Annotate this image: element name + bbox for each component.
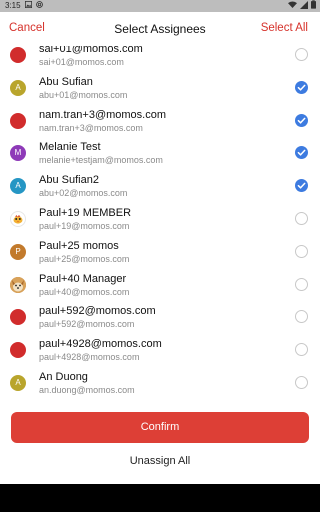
assignee-row[interactable]: Paul+40 Manager paul+40@momos.com — [0, 268, 320, 301]
assignee-name: An Duong — [39, 370, 88, 383]
checked-circle-icon[interactable] — [295, 80, 308, 94]
avatar — [10, 47, 26, 63]
assignee-name: paul+4928@momos.com — [39, 338, 162, 351]
assignee-email: nam.tran+3@momos.com — [39, 122, 143, 133]
avatar — [10, 342, 26, 359]
assignee-row[interactable]: P Paul+25 momos paul+25@momos.com — [0, 235, 320, 268]
checked-circle-icon[interactable] — [295, 113, 308, 127]
assignee-email: paul+592@momos.com — [39, 319, 135, 330]
avatar: A — [10, 374, 26, 391]
assignee-name: Paul+19 MEMBER — [39, 206, 132, 219]
checked-circle-icon[interactable] — [295, 179, 308, 193]
confirm-button[interactable]: Confirm — [11, 412, 309, 443]
dog-avatar-image — [10, 276, 26, 293]
unchecked-circle-icon[interactable] — [295, 48, 308, 61]
header: Cancel Select Assignees Select All — [0, 12, 320, 46]
bird-avatar-image — [10, 210, 26, 227]
assignee-email: paul+4928@momos.com — [39, 352, 140, 363]
avatar — [10, 112, 26, 129]
assignee-name: Paul+25 momos — [39, 239, 119, 252]
select-all-button[interactable]: Select All — [261, 22, 308, 34]
assignee-row[interactable]: A Abu Sufian2 abu+02@momos.com — [0, 169, 320, 202]
assignee-name: nam.tran+3@momos.com — [39, 108, 167, 121]
at-icon — [35, 0, 43, 12]
status-time: 3:15 — [5, 1, 21, 10]
image-icon — [24, 0, 32, 12]
assignee-email: an.duong@momos.com — [39, 384, 135, 395]
signal-icon — [300, 0, 308, 13]
assignee-row[interactable]: paul+4928@momos.com paul+4928@momos.com — [0, 333, 320, 366]
assignee-email: sai+01@momos.com — [39, 57, 124, 67]
unassign-all-button[interactable]: Unassign All — [0, 455, 320, 467]
assignee-row[interactable]: A Abu Sufian abu+01@momos.com — [0, 71, 320, 104]
assignee-name: Abu Sufian — [39, 75, 93, 88]
assignee-email: abu+02@momos.com — [39, 188, 128, 199]
assignee-row[interactable]: sai+01@momos.com sai+01@momos.com — [0, 46, 320, 71]
unchecked-circle-icon[interactable] — [295, 310, 308, 324]
assignee-email: melanie+testjam@momos.com — [39, 155, 163, 166]
unchecked-circle-icon[interactable] — [295, 375, 308, 389]
avatar: M — [10, 145, 26, 162]
assignee-row[interactable]: nam.tran+3@momos.com nam.tran+3@momos.com — [0, 104, 320, 137]
status-bar: 3:15 — [0, 0, 320, 12]
unchecked-circle-icon[interactable] — [295, 211, 308, 225]
assignee-list-viewport[interactable]: sai+01@momos.com sai+01@momos.com A Abu Suf… — [0, 46, 320, 418]
assignee-name: Abu Sufian2 — [39, 174, 99, 187]
assignee-name: sai+01@momos.com — [39, 46, 143, 55]
avatar — [10, 309, 26, 326]
assignee-name: paul+592@momos.com — [39, 305, 156, 318]
assignee-row[interactable]: paul+592@momos.com paul+592@momos.com — [0, 300, 320, 333]
avatar: A — [10, 178, 26, 195]
select-assignees-screen: Cancel Select Assignees Select All sai+0… — [0, 12, 320, 484]
assignee-list: sai+01@momos.com sai+01@momos.com A Abu Suf… — [0, 46, 320, 399]
unchecked-circle-icon[interactable] — [295, 277, 308, 291]
assignee-name: Melanie Test — [39, 141, 101, 154]
assignee-row[interactable]: M Melanie Test melanie+testjam@momos.com — [0, 136, 320, 169]
avatar: P — [10, 243, 26, 260]
navigation-bar — [0, 484, 320, 512]
wifi-icon — [288, 0, 297, 13]
assignee-name: Paul+40 Manager — [39, 272, 127, 285]
unchecked-circle-icon[interactable] — [295, 343, 308, 357]
assignee-email: abu+01@momos.com — [39, 89, 128, 100]
assignee-row[interactable]: Paul+19 MEMBER paul+19@momos.com — [0, 202, 320, 235]
checked-circle-icon[interactable] — [295, 146, 308, 160]
assignee-email: paul+25@momos.com — [39, 253, 130, 264]
assignee-email: paul+40@momos.com — [39, 286, 130, 297]
assignee-row[interactable]: A An Duong an.duong@momos.com — [0, 366, 320, 399]
unchecked-circle-icon[interactable] — [295, 244, 308, 258]
avatar: A — [10, 79, 26, 96]
assignee-email: paul+19@momos.com — [39, 220, 130, 231]
